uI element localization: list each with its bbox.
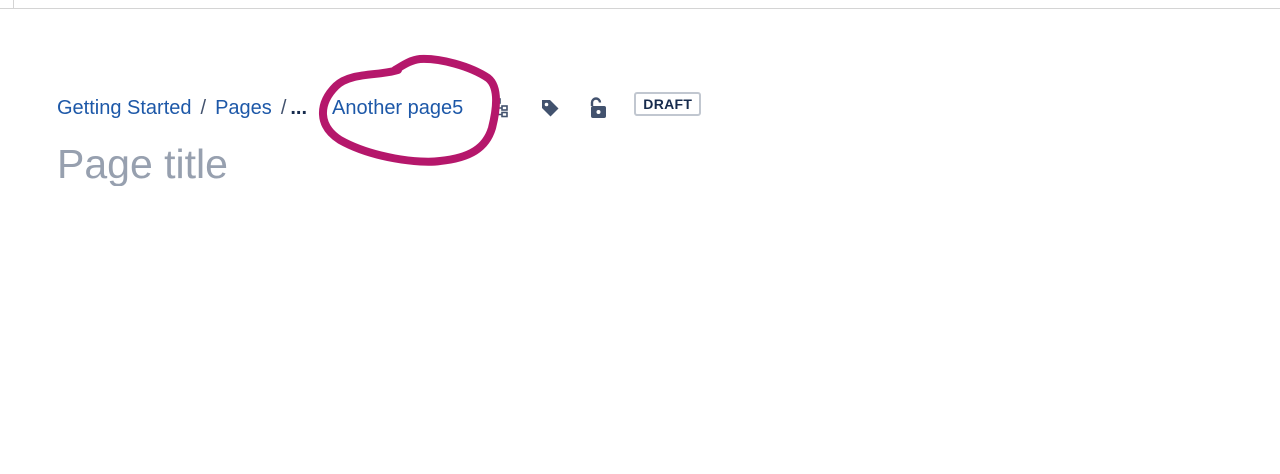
annotation-circle [319,54,501,166]
breadcrumb-separator: / [200,96,207,119]
breadcrumb-pages[interactable]: Pages [215,97,272,120]
breadcrumb-ellipsis[interactable]: ... [290,97,307,120]
top-divider [0,8,1280,9]
page-title-input[interactable]: Page title [57,138,228,186]
breadcrumb: Getting Started / Pages / ... Another pa… [57,92,702,124]
breadcrumb-separator: / [280,96,287,119]
editor-page: Getting Started / Pages / ... Another pa… [0,0,1280,474]
top-divider-tick [0,0,14,8]
breadcrumb-getting-started[interactable]: Getting Started [57,97,192,120]
label-icon[interactable] [537,95,563,121]
breadcrumb-current-page[interactable]: Another page5 [332,97,463,120]
unlock-icon[interactable] [585,95,611,121]
page-tree-icon[interactable] [489,95,515,121]
status-badge: DRAFT [634,92,702,116]
